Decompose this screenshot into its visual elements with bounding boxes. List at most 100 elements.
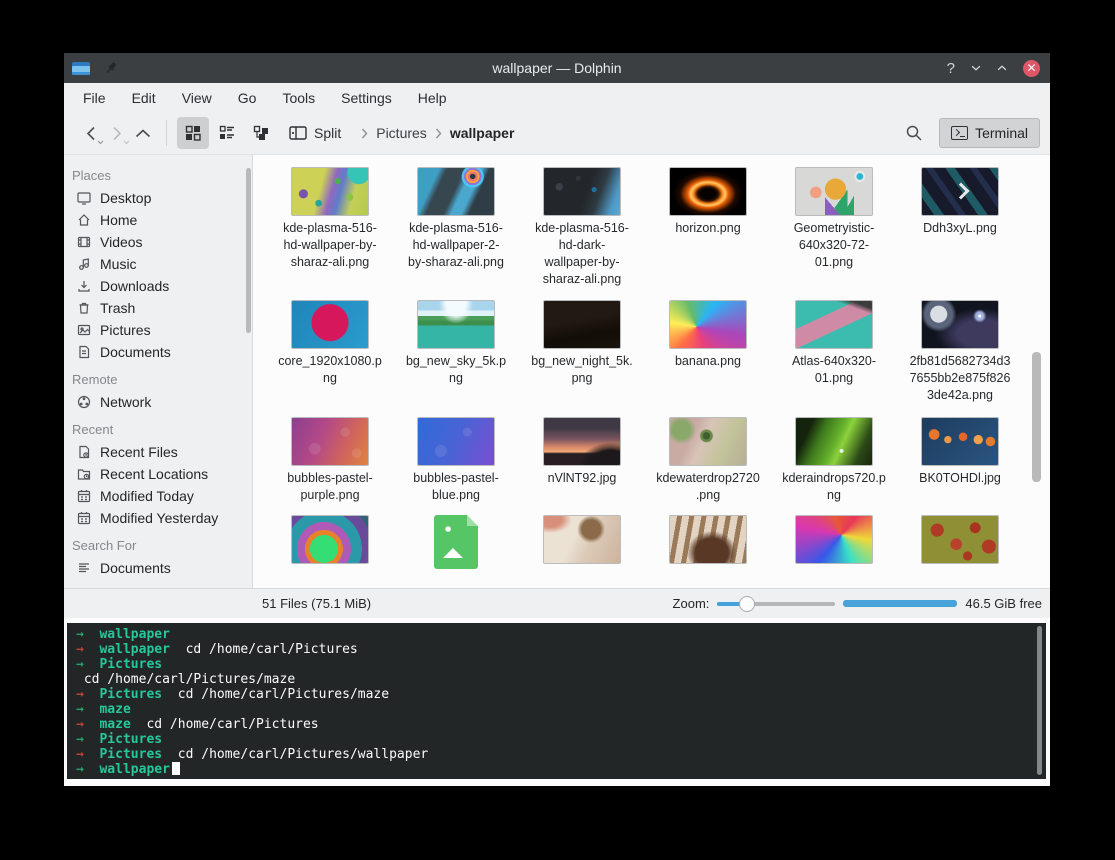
pin-icon [104,61,118,75]
file-thumbnail [543,417,621,466]
sidebar-item-label: Desktop [100,190,151,206]
desktop-icon [76,190,92,206]
sidebar-item-label: Home [100,212,137,228]
sidebar-item-desktop[interactable]: Desktop [64,187,252,209]
section-title-remote: Remote [64,372,252,391]
up-button[interactable] [130,118,156,148]
trash-icon [76,300,92,316]
split-button[interactable]: Split [279,117,351,149]
sidebar-item-downloads[interactable]: Downloads [64,275,252,297]
menu-tools[interactable]: Tools [269,86,328,110]
disk-capacity-bar [843,600,957,607]
music-icon [76,256,92,272]
breadcrumb-wallpaper[interactable]: wallpaper [450,125,515,141]
sidebar-item-trash[interactable]: Trash [64,297,252,319]
search-docs-icon [76,560,92,576]
sidebar-item-music[interactable]: Music [64,253,252,275]
back-button[interactable] [78,118,104,148]
terminal-scrollbar[interactable] [1037,626,1042,775]
sidebar-item-pictures[interactable]: Pictures [64,319,252,341]
file-item-banana.png[interactable]: banana.png [645,300,771,370]
icons-view-button[interactable] [177,117,209,149]
sidebar-item-modified-today[interactable]: Modified Today [64,485,252,507]
sidebar-item-label: Documents [100,344,171,360]
sidebar-item-label: Trash [100,300,135,316]
minimize-button[interactable] [971,65,981,71]
sidebar-item-modified-yesterday[interactable]: Modified Yesterday [64,507,252,529]
file-item-Ddh3xyL.png[interactable]: Ddh3xyL.png [897,167,1023,237]
file-item[interactable] [645,515,771,564]
file-item[interactable] [393,515,519,569]
file-name-label: BK0TOHDl.jpg [908,470,1012,487]
file-item[interactable] [519,515,645,564]
sidebar-item-label: Music [100,256,137,272]
menu-view[interactable]: View [169,86,225,110]
compact-view-button[interactable] [211,117,243,149]
file-item-Geometryistic-640x320-72-01.png[interactable]: Geometryistic-640x320-72-01.png [771,167,897,271]
file-item-bubbles-pastel-purple.png[interactable]: bubbles-pastel-purple.png [267,417,393,504]
close-button[interactable]: ✕ [1023,60,1040,77]
file-item-nVlNT92.jpg[interactable]: nVlNT92.jpg [519,417,645,487]
back-history-caret[interactable] [97,140,104,145]
section-title-recent: Recent [64,422,252,441]
sidebar-item-label: Downloads [100,278,169,294]
sidebar-item-network[interactable]: Network [64,391,252,413]
recent-locations-icon [76,466,92,482]
file-view[interactable]: kde-plasma-516-hd-wallpaper-by-sharaz-al… [253,155,1050,588]
file-item-bg_new_sky_5k.png[interactable]: bg_new_sky_5k.png [393,300,519,387]
file-thumbnail [291,167,369,216]
file-item-kde-plasma-516-hd-wallpaper-by-sharaz-ali.png[interactable]: kde-plasma-516-hd-wallpaper-by-sharaz-al… [267,167,393,271]
file-item-kde-plasma-516-hd-dark-wallpaper-by-sharaz-ali.png[interactable]: kde-plasma-516-hd-dark-wallpaper-by-shar… [519,167,645,288]
search-icon[interactable] [905,124,923,142]
details-view-button[interactable] [245,117,277,149]
menu-help[interactable]: Help [405,86,460,110]
breadcrumb-chevron-icon [361,128,368,139]
places-scrollbar[interactable] [246,168,251,333]
terminal-toggle-button[interactable]: Terminal [939,118,1040,148]
file-item-kderaindrops720.png[interactable]: kderaindrops720.png [771,417,897,504]
menu-file[interactable]: File [70,86,119,110]
file-view-scrollbar[interactable] [1032,352,1041,482]
sidebar-item-label: Modified Today [100,488,194,504]
sidebar-item-recent-files[interactable]: Recent Files [64,441,252,463]
forward-history-caret[interactable] [123,140,130,145]
file-item-2fb81d5682734d37655bb2e875f8263de42a.png[interactable]: 2fb81d5682734d37655bb2e875f8263de42a.png [897,300,1023,404]
menu-settings[interactable]: Settings [328,86,405,110]
file-item-core_1920x1080.png[interactable]: core_1920x1080.png [267,300,393,387]
sidebar-item-documents[interactable]: Documents [64,341,252,363]
sidebar-item-recent-locations[interactable]: Recent Locations [64,463,252,485]
forward-button[interactable] [104,118,130,148]
dolphin-window: wallpaper — Dolphin ? ✕ FileEditViewGoTo… [64,53,1050,786]
tool-bar: Split Pictures wallpaper Terminal [64,112,1050,155]
file-item-kdewaterdrop2720.png[interactable]: kdewaterdrop2720.png [645,417,771,504]
title-bar[interactable]: wallpaper — Dolphin ? ✕ [64,53,1050,83]
zoom-slider-handle[interactable] [739,596,755,612]
sidebar-item-documents[interactable]: Documents [64,557,252,579]
terminal-emulator[interactable]: → wallpaper→ wallpaper cd /home/carl/Pic… [67,623,1046,779]
help-button[interactable]: ? [947,60,955,77]
maximize-button[interactable] [997,65,1007,71]
file-thumbnail [417,417,495,466]
pictures-icon [76,322,92,338]
zoom-slider[interactable] [717,596,835,612]
breadcrumb-pictures[interactable]: Pictures [376,125,427,141]
sidebar-item-label: Documents [100,560,171,576]
file-thumbnail [417,167,495,216]
file-item-bg_new_night_5k.png[interactable]: bg_new_night_5k.png [519,300,645,387]
menu-bar: FileEditViewGoToolsSettingsHelp [64,83,1050,112]
file-item-horizon.png[interactable]: horizon.png [645,167,771,237]
file-item-BK0TOHDl.jpg[interactable]: BK0TOHDl.jpg [897,417,1023,487]
file-item[interactable] [897,515,1023,564]
file-thumbnail [921,515,999,564]
sidebar-item-home[interactable]: Home [64,209,252,231]
section-title-search-for: Search For [64,538,252,557]
sidebar-item-videos[interactable]: Videos [64,231,252,253]
file-item[interactable] [267,515,393,564]
menu-go[interactable]: Go [225,86,270,110]
file-item[interactable] [771,515,897,564]
file-name-label: bubbles-pastel-purple.png [278,470,382,504]
menu-edit[interactable]: Edit [119,86,169,110]
file-item-bubbles-pastel-blue.png[interactable]: bubbles-pastel-blue.png [393,417,519,504]
file-item-kde-plasma-516-hd-wallpaper-2-by-sharaz-ali.png[interactable]: kde-plasma-516-hd-wallpaper-2-by-sharaz-… [393,167,519,271]
file-item-Atlas-640x320-01.png[interactable]: Atlas-640x320-01.png [771,300,897,387]
